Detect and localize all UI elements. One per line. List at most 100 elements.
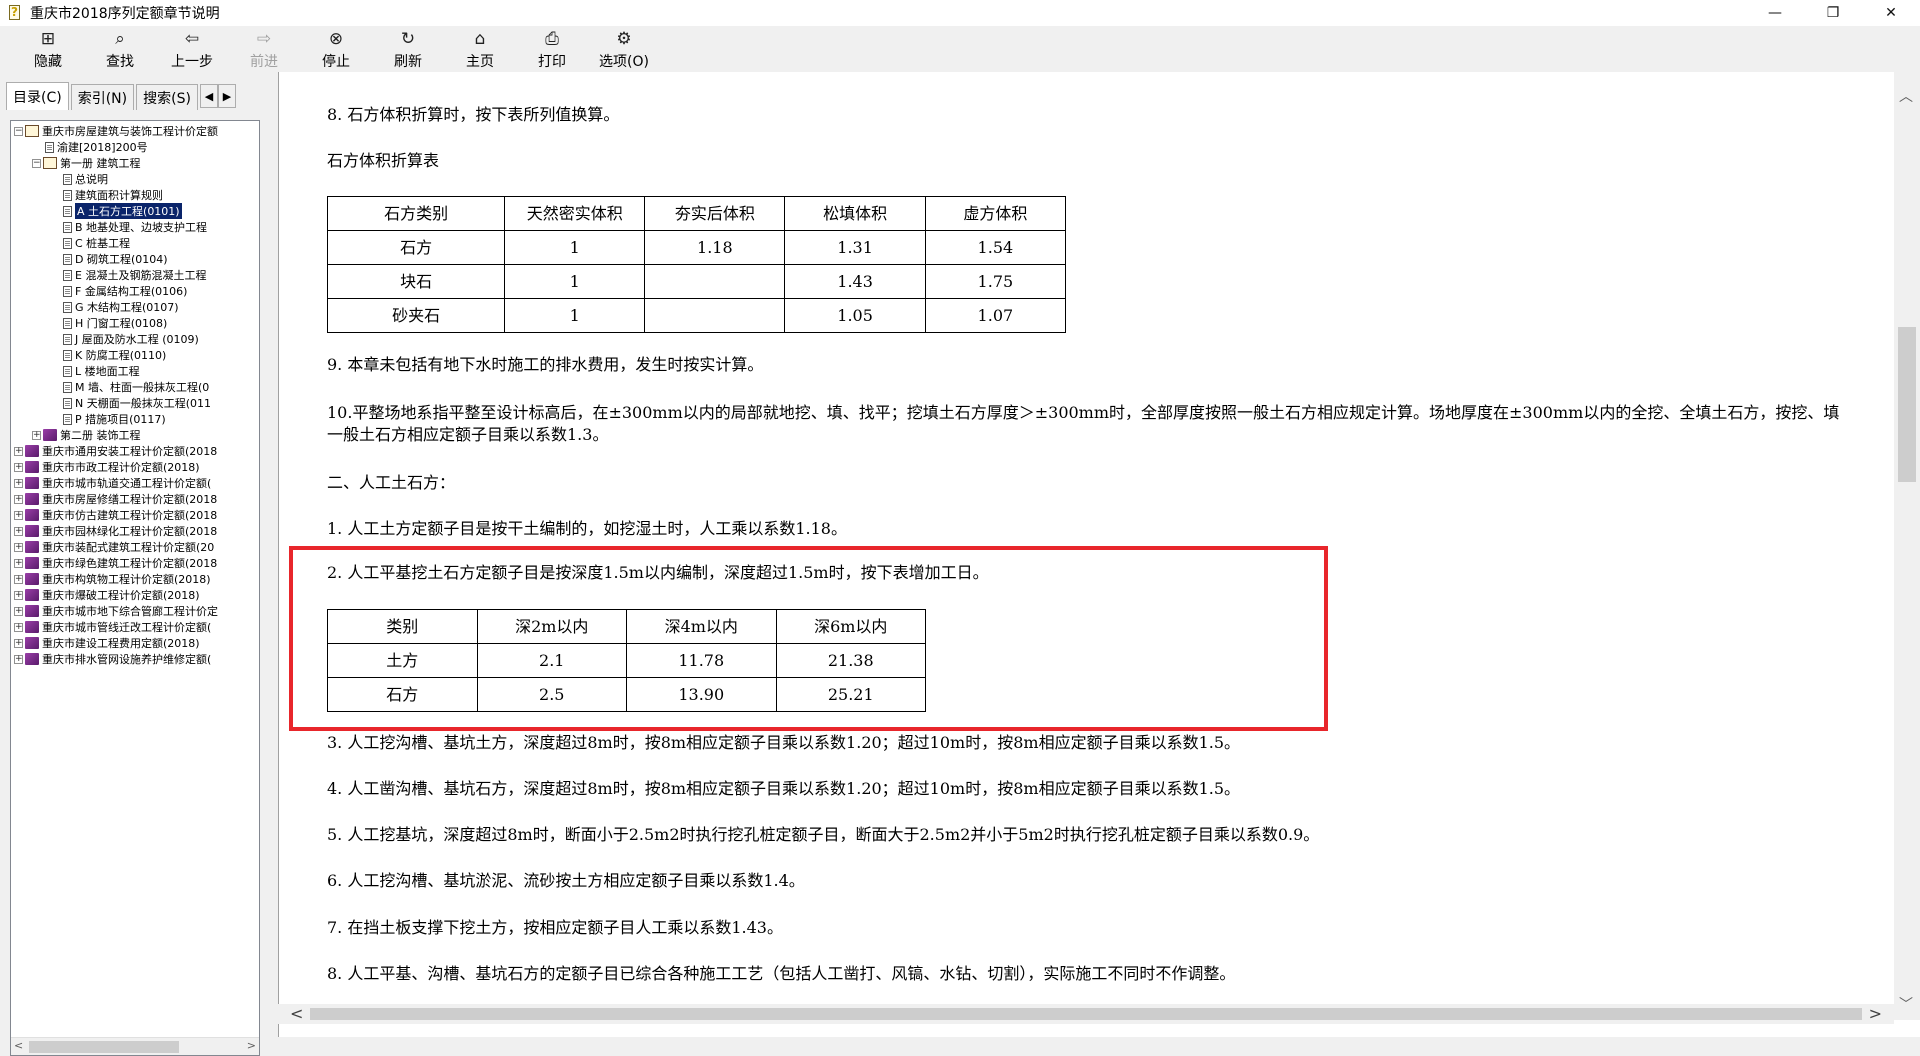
tree-node[interactable]: K 防腐工程(0110) [50,347,166,363]
tab-contents[interactable]: 目录(C) [6,82,69,110]
tree-node[interactable]: + 重庆市城市管线迁改工程计价定额( [14,619,211,635]
tree-node[interactable]: + 重庆市房屋修缮工程计价定额(2018 [14,491,217,507]
expand-icon[interactable]: + [14,462,23,472]
expand-icon[interactable]: + [14,622,23,632]
tree-node[interactable]: M 墙、柱面一般抹灰工程(0 [50,379,209,395]
restore-button[interactable]: ❐ [1804,0,1862,26]
closed-book-icon [25,461,39,473]
tab-index[interactable]: 索引(N) [70,84,135,110]
closed-book-icon [25,637,39,649]
tree-node[interactable]: + 重庆市构筑物工程计价定额(2018) [14,571,211,587]
tree-node[interactable]: N 天棚面一般抹灰工程(011 [50,395,211,411]
refresh-icon: ↻ [400,29,416,49]
tree-node[interactable]: P 措施项目(0117) [50,411,166,427]
tree-node-label: N 天棚面一般抹灰工程(011 [75,397,212,410]
tree-node[interactable]: A 土石方工程(0101) [50,203,182,219]
tree-node[interactable]: F 金属结构工程(0106) [50,283,187,299]
expand-icon[interactable]: + [14,446,23,456]
tree-node[interactable]: J 屋面及防水工程 (0109) [50,331,199,347]
expand-icon[interactable]: + [14,590,23,600]
tab-scroll-right-button[interactable]: ▶ [217,84,236,108]
tab-scroll-left-button[interactable]: ◀ [199,84,218,108]
tree-node[interactable]: C 桩基工程 [50,235,130,251]
window-title: 重庆市2018序列定额章节说明 [30,6,220,22]
table-cell: 砂夹石 [326,298,506,333]
toolbar-button-forward[interactable]: ⇨ 前进 [228,26,300,72]
tree-node-label: 重庆市爆破工程计价定额(2018) [42,589,200,602]
tree-node[interactable]: E 混凝土及钢筋混凝土工程 [50,267,206,283]
tree-node[interactable]: − 重庆市房屋建筑与装饰工程计价定额 [14,123,218,139]
tree-node[interactable]: + 重庆市装配式建筑工程计价定额(20 [14,539,214,555]
tab-search[interactable]: 搜索(S) [136,84,198,110]
closed-book-icon [25,509,39,521]
expand-icon[interactable]: + [14,606,23,616]
expand-icon[interactable]: + [14,478,23,488]
tree-node[interactable]: 建筑面积计算规则 [50,187,163,203]
tree-node[interactable]: + 重庆市园林绿化工程计价定额(2018 [14,523,217,539]
expand-icon[interactable]: + [14,526,23,536]
tree-node-label: 重庆市绿色建筑工程计价定额(2018 [42,557,218,570]
options-icon: ⚙ [616,29,632,49]
tree-node-label: C 桩基工程 [75,237,131,250]
tree-node[interactable]: + 重庆市市政工程计价定额(2018) [14,459,200,475]
tree-node[interactable]: B 地基处理、边坡支护工程 [50,219,207,235]
expand-icon[interactable]: + [32,430,41,440]
para-9: 9. 本章未包括有地下水时施工的排水费用，发生时按实计算。 [327,355,764,374]
toolbar-button-stop[interactable]: ⊗ 停止 [300,26,372,72]
toolbar-button-label: 隐藏 [34,54,62,70]
toolbar-button-label: 选项(O) [599,54,649,70]
tree-node[interactable]: + 第二册 装饰工程 [32,427,141,443]
toolbar: ⊞ 隐藏 ⌕ 查找 ⇦ 上一步 ⇨ 前进 ⊗ 停止 ↻ 刷新 ⌂ 主页 ⎙ 打印 ⚙ 选项(O) [0,26,1920,72]
expand-icon[interactable]: + [14,558,23,568]
tree-node[interactable]: 渝建[2018]200号 [32,139,148,155]
tree-node[interactable]: + 重庆市爆破工程计价定额(2018) [14,587,200,603]
table-header-cell: 石方类别 [326,196,506,231]
tree-node-label: E 混凝土及钢筋混凝土工程 [75,269,207,282]
horizontal-scroll-thumb[interactable] [310,1008,1862,1020]
scroll-right-icon[interactable]: > [247,1039,256,1052]
expand-icon[interactable]: + [14,510,23,520]
tree-horizontal-scrollbar[interactable]: < > [11,1037,259,1055]
tree-node[interactable]: L 楼地面工程 [50,363,140,379]
scroll-right-icon[interactable]: > [1869,1004,1882,1023]
tree-node[interactable]: + 重庆市仿古建筑工程计价定额(2018 [14,507,217,523]
collapse-icon[interactable]: − [14,126,23,136]
toolbar-button-refresh[interactable]: ↻ 刷新 [372,26,444,72]
expand-icon[interactable]: + [14,574,23,584]
content-vertical-scrollbar[interactable]: ︿ ﹀ [1894,72,1920,1020]
tree-node[interactable]: + 重庆市排水管网设施养护维修定额( [14,651,211,667]
closed-book-icon [43,429,57,441]
closed-book-icon [25,621,39,633]
tree-node[interactable]: H 门窗工程(0108) [50,315,167,331]
toolbar-button-hide[interactable]: ⊞ 隐藏 [12,26,84,72]
tree-node[interactable]: D 砌筑工程(0104) [50,251,168,267]
tree-scroll-thumb[interactable] [29,1041,179,1053]
contents-tree[interactable]: − 重庆市房屋建筑与装饰工程计价定额 渝建[2018]200号 − 第一册 建筑工程 总说… [10,120,260,1056]
tree-node[interactable]: 总说明 [50,171,108,187]
expand-icon[interactable]: + [14,638,23,648]
tree-node[interactable]: + 重庆市通用安装工程计价定额(2018 [14,443,217,459]
collapse-icon[interactable]: − [32,158,41,168]
expand-icon[interactable]: + [14,494,23,504]
toolbar-button-print[interactable]: ⎙ 打印 [516,26,588,72]
tree-node[interactable]: − 第一册 建筑工程 [32,155,141,171]
minimize-button[interactable]: — [1746,0,1804,26]
scroll-left-icon[interactable]: < [290,1004,303,1023]
scroll-left-icon[interactable]: < [14,1039,23,1052]
tree-node[interactable]: + 重庆市绿色建筑工程计价定额(2018 [14,555,217,571]
tree-node[interactable]: + 重庆市城市地下综合管廊工程计价定 [14,603,218,619]
scroll-down-icon[interactable]: ﹀ [1899,994,1913,1014]
toolbar-button-back[interactable]: ⇦ 上一步 [156,26,228,72]
close-button[interactable]: ✕ [1862,0,1920,26]
scroll-up-icon[interactable]: ︿ [1899,86,1913,106]
vertical-scroll-thumb[interactable] [1898,327,1916,482]
content-horizontal-scrollbar[interactable]: < > [278,1004,1894,1024]
toolbar-button-home[interactable]: ⌂ 主页 [444,26,516,72]
toolbar-button-find[interactable]: ⌕ 查找 [84,26,156,72]
tree-node[interactable]: + 重庆市城市轨道交通工程计价定额( [14,475,211,491]
toolbar-button-options[interactable]: ⚙ 选项(O) [588,26,660,72]
expand-icon[interactable]: + [14,654,23,664]
expand-icon[interactable]: + [14,542,23,552]
tree-node[interactable]: + 重庆市建设工程费用定额(2018) [14,635,200,651]
tree-node[interactable]: G 木结构工程(0107) [50,299,179,315]
